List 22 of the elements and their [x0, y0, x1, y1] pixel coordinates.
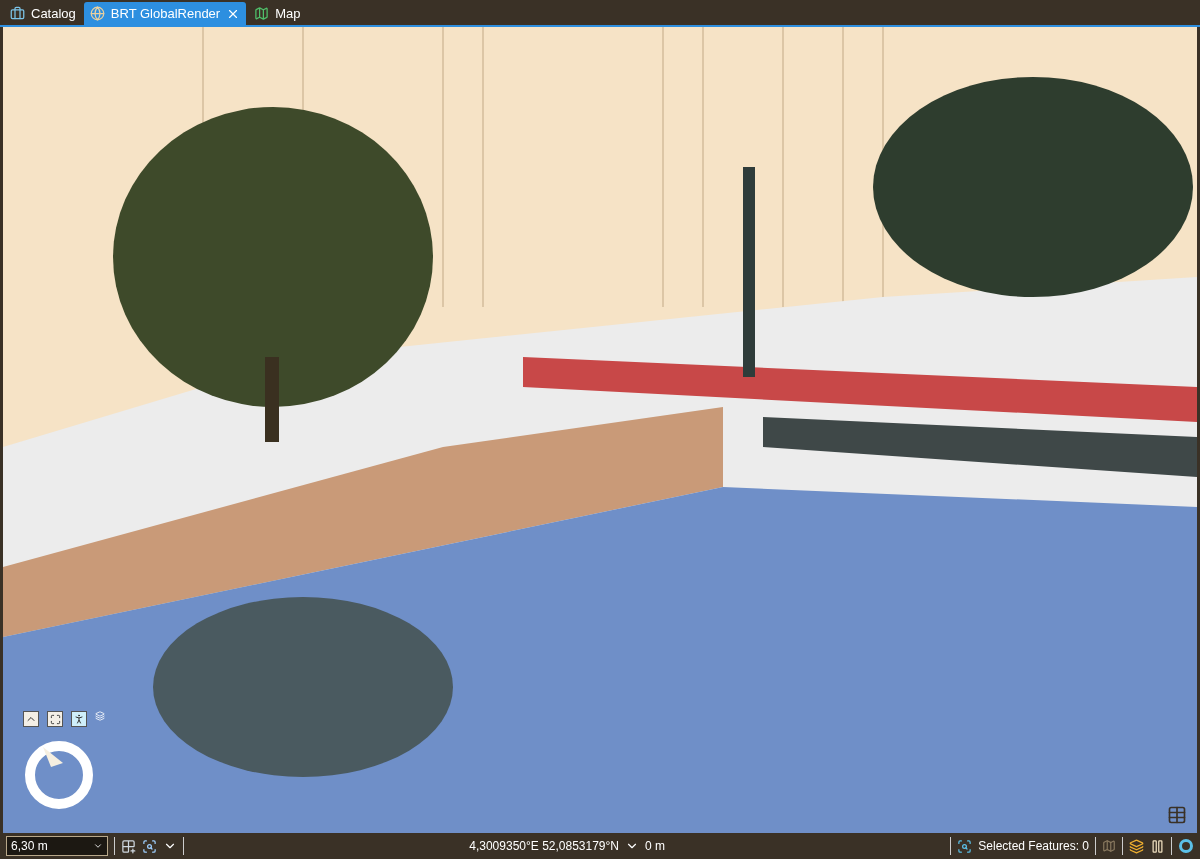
navigator-button[interactable] [47, 711, 63, 727]
expand-icon [49, 713, 61, 725]
walking-person-icon [73, 713, 85, 725]
navigator-button[interactable] [71, 711, 87, 727]
document-tab[interactable]: Map [248, 2, 307, 25]
coordinates-text: 4,3009350°E 52,0853179°N [469, 839, 619, 853]
refresh-ring-icon[interactable] [1178, 838, 1194, 854]
pause-icon[interactable] [1150, 838, 1165, 854]
document-tab[interactable]: Catalog [4, 2, 82, 25]
map-icon[interactable] [1102, 839, 1116, 853]
layers-icon[interactable] [1129, 838, 1144, 854]
globe-icon [89, 6, 105, 21]
scale-field[interactable]: 6,30 m [6, 836, 108, 856]
grid-add-icon[interactable] [121, 838, 136, 854]
selected-features-text: Selected Features: 0 [978, 839, 1089, 853]
briefcase-icon [10, 6, 25, 21]
table-icon[interactable] [1167, 805, 1187, 825]
navigator-button[interactable] [23, 711, 39, 727]
select-features-icon[interactable] [957, 838, 973, 854]
dropdown-icon [93, 841, 103, 851]
map-icon [254, 6, 270, 21]
elevation-text: 0 m [645, 839, 665, 853]
